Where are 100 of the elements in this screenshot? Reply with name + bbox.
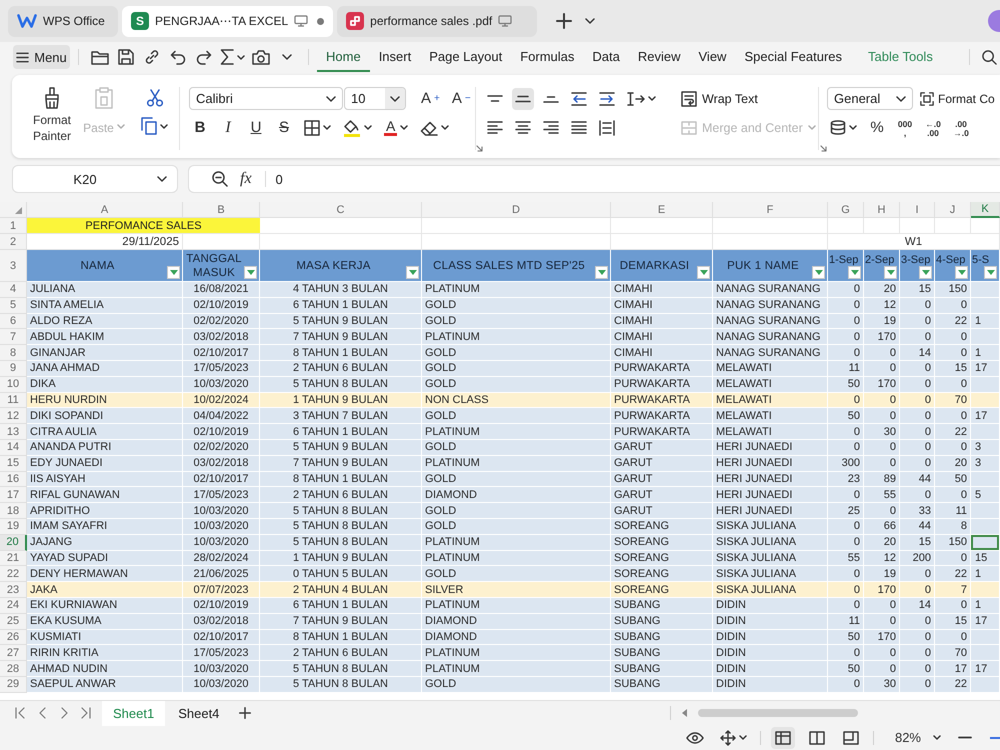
thousands-separator-button[interactable]: 000 , bbox=[894, 116, 916, 138]
column-header[interactable]: K bbox=[971, 202, 1000, 218]
wrap-text-button[interactable]: Wrap Text bbox=[679, 87, 818, 110]
increase-font-size-button[interactable]: A$^{+}$ bbox=[418, 88, 443, 110]
row-header[interactable]: 7 bbox=[0, 329, 27, 346]
row-header[interactable]: 28 bbox=[0, 661, 27, 677]
document-tab[interactable]: performance sales .pdf bbox=[337, 6, 538, 36]
filter-button[interactable] bbox=[697, 266, 710, 279]
filter-button[interactable] bbox=[244, 266, 257, 279]
decrease-font-size-button[interactable]: A$^{−}$ bbox=[448, 88, 474, 110]
scrollbar-thumb[interactable] bbox=[698, 709, 858, 717]
filter-button[interactable] bbox=[919, 266, 932, 279]
caret-icon bbox=[808, 125, 816, 130]
filter-button[interactable] bbox=[848, 266, 861, 279]
filter-button[interactable] bbox=[167, 266, 180, 279]
decrease-decimal-button[interactable]: .00 →.0 bbox=[950, 116, 972, 138]
ribbon-tab[interactable]: View bbox=[690, 42, 736, 72]
document-tab[interactable]: S PENGRJAA⋯TA EXCEL bbox=[122, 6, 334, 36]
ribbon-tab[interactable]: Table Tools bbox=[859, 42, 942, 72]
row-header[interactable]: 22 bbox=[0, 566, 27, 582]
name-box[interactable]: K20 bbox=[12, 165, 178, 193]
row-header[interactable]: 13 bbox=[0, 424, 27, 440]
row-header[interactable]: 1 bbox=[0, 218, 27, 234]
filter-button[interactable] bbox=[812, 266, 825, 279]
font-color-button[interactable]: A bbox=[381, 116, 412, 138]
column-header[interactable]: J bbox=[935, 202, 971, 218]
italic-button[interactable]: I bbox=[217, 116, 239, 138]
bold-button[interactable]: B bbox=[189, 116, 211, 138]
row-header[interactable]: 11 bbox=[0, 392, 27, 408]
ribbon-tab[interactable]: Insert bbox=[370, 42, 420, 72]
formula-input[interactable]: 0 bbox=[276, 168, 1000, 190]
percent-button[interactable]: % bbox=[866, 116, 888, 138]
row-header[interactable]: 4 bbox=[0, 282, 27, 298]
ribbon-tab[interactable]: Page Layout bbox=[420, 42, 512, 72]
row-header[interactable]: 21 bbox=[0, 550, 27, 566]
ribbon-tab[interactable]: Formulas bbox=[511, 42, 584, 72]
row-header[interactable]: 18 bbox=[0, 503, 27, 519]
row-header[interactable]: 23 bbox=[0, 582, 27, 598]
filter-button[interactable] bbox=[984, 266, 997, 279]
column-header[interactable]: C bbox=[260, 202, 422, 218]
filter-button[interactable] bbox=[406, 266, 419, 279]
normal-view-button[interactable] bbox=[770, 726, 795, 748]
column-header[interactable]: G bbox=[828, 202, 864, 218]
insert-function-button[interactable]: fx bbox=[237, 170, 255, 188]
table-cell: 0 bbox=[828, 676, 864, 693]
filter-button[interactable] bbox=[595, 266, 608, 279]
sheet-tab[interactable]: Sheet4 bbox=[167, 700, 230, 726]
font-select[interactable]: Calibri bbox=[189, 87, 343, 110]
filter-button[interactable] bbox=[955, 266, 968, 279]
column-header[interactable]: A bbox=[27, 202, 183, 218]
strikethrough-button[interactable]: S bbox=[273, 116, 295, 138]
align-middle-button[interactable] bbox=[512, 88, 534, 110]
conditional-format-button[interactable]: Format Co bbox=[918, 87, 997, 110]
row-header[interactable]: 24 bbox=[0, 598, 27, 614]
menu-button[interactable]: Menu bbox=[13, 45, 70, 69]
row-header[interactable]: 6 bbox=[0, 314, 27, 330]
row-header[interactable]: 20 bbox=[0, 534, 27, 551]
sheet-tab[interactable]: Sheet1 bbox=[102, 700, 166, 726]
column-header[interactable]: F bbox=[713, 202, 828, 218]
column-header[interactable]: B bbox=[183, 202, 260, 218]
row-header[interactable]: 17 bbox=[0, 487, 27, 504]
table-cell bbox=[864, 218, 900, 234]
ribbon-tab[interactable]: Special Features bbox=[735, 42, 852, 72]
table-cell: GOLD bbox=[422, 566, 611, 582]
select-all-button[interactable] bbox=[0, 202, 27, 218]
avatar-icon[interactable] bbox=[988, 10, 1000, 32]
document-tab[interactable]: WPS Office bbox=[8, 6, 118, 36]
row-header[interactable]: 2 bbox=[0, 234, 27, 250]
format-painter-button[interactable]: Format Painter bbox=[30, 87, 74, 147]
row-header[interactable]: 15 bbox=[0, 456, 27, 472]
row-header[interactable]: 14 bbox=[0, 440, 27, 456]
row-header[interactable]: 3 bbox=[0, 250, 27, 282]
row-header[interactable]: 10 bbox=[0, 376, 27, 393]
table-cell: 0 bbox=[864, 392, 900, 408]
row-header[interactable]: 27 bbox=[0, 645, 27, 662]
increase-decimal-button[interactable]: ←.0 .00 bbox=[922, 116, 944, 138]
row-header[interactable]: 29 bbox=[0, 676, 27, 693]
filter-button[interactable] bbox=[884, 266, 897, 279]
row-header[interactable]: 5 bbox=[0, 298, 27, 314]
number-format-select[interactable]: General bbox=[827, 87, 913, 110]
ribbon-tab[interactable]: Home bbox=[317, 42, 370, 72]
font-settings-button[interactable] bbox=[474, 143, 485, 154]
row-header[interactable]: 26 bbox=[0, 630, 27, 646]
row-header[interactable]: 8 bbox=[0, 345, 27, 361]
row-header[interactable]: 16 bbox=[0, 472, 27, 488]
underline-button[interactable]: U bbox=[245, 116, 267, 138]
active-cell[interactable] bbox=[971, 534, 1000, 551]
ribbon-tab[interactable]: Data bbox=[583, 42, 629, 72]
zoom-level-button[interactable]: 82% bbox=[892, 726, 944, 748]
alignment-settings-button[interactable] bbox=[818, 143, 829, 154]
ribbon-tab[interactable]: Review bbox=[628, 42, 690, 72]
column-header[interactable]: H bbox=[864, 202, 900, 218]
column-header[interactable]: D bbox=[422, 202, 611, 218]
column-header[interactable]: E bbox=[611, 202, 713, 218]
column-header[interactable]: I bbox=[900, 202, 935, 218]
row-header[interactable]: 25 bbox=[0, 614, 27, 630]
font-size-select[interactable]: 10 bbox=[344, 87, 406, 110]
row-header[interactable]: 19 bbox=[0, 518, 27, 535]
row-header[interactable]: 12 bbox=[0, 408, 27, 424]
row-header[interactable]: 9 bbox=[0, 360, 27, 377]
